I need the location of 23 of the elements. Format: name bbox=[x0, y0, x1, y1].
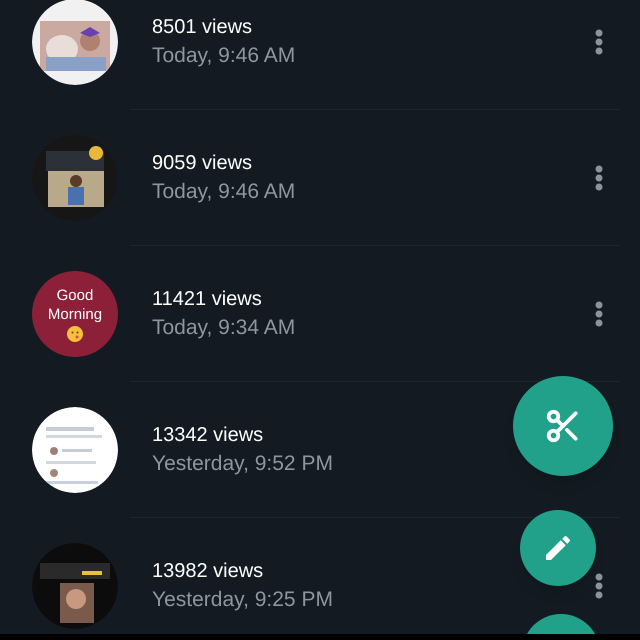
more-options-button[interactable] bbox=[594, 163, 604, 193]
more-icon bbox=[595, 29, 603, 55]
more-options-button[interactable] bbox=[594, 27, 604, 57]
timestamp: Today, 9:46 AM bbox=[152, 43, 296, 69]
timestamp: Yesterday, 9:25 PM bbox=[152, 587, 333, 613]
timestamp: Today, 9:46 AM bbox=[152, 179, 296, 205]
status-row[interactable]: 8501 views Today, 9:46 AM bbox=[0, 0, 640, 110]
timestamp: Today, 9:34 AM bbox=[152, 315, 296, 341]
status-text: Good Morning bbox=[46, 286, 104, 324]
more-icon bbox=[595, 573, 603, 599]
status-row[interactable]: Good Morning 11421 views Today, 9:34 AM bbox=[0, 246, 640, 382]
more-icon bbox=[595, 165, 603, 191]
more-icon bbox=[595, 301, 603, 327]
timestamp: Yesterday, 9:52 PM bbox=[152, 451, 333, 477]
status-row[interactable]: 9059 views Today, 9:46 AM bbox=[0, 110, 640, 246]
more-options-button[interactable] bbox=[594, 571, 604, 601]
view-count: 13982 views bbox=[152, 559, 264, 584]
view-count: 13342 views bbox=[152, 423, 264, 448]
emoji-icon bbox=[67, 326, 83, 342]
view-count: 8501 views bbox=[152, 15, 252, 40]
view-count: 9059 views bbox=[152, 151, 252, 176]
more-options-button[interactable] bbox=[594, 299, 604, 329]
view-count: 11421 views bbox=[152, 287, 262, 312]
